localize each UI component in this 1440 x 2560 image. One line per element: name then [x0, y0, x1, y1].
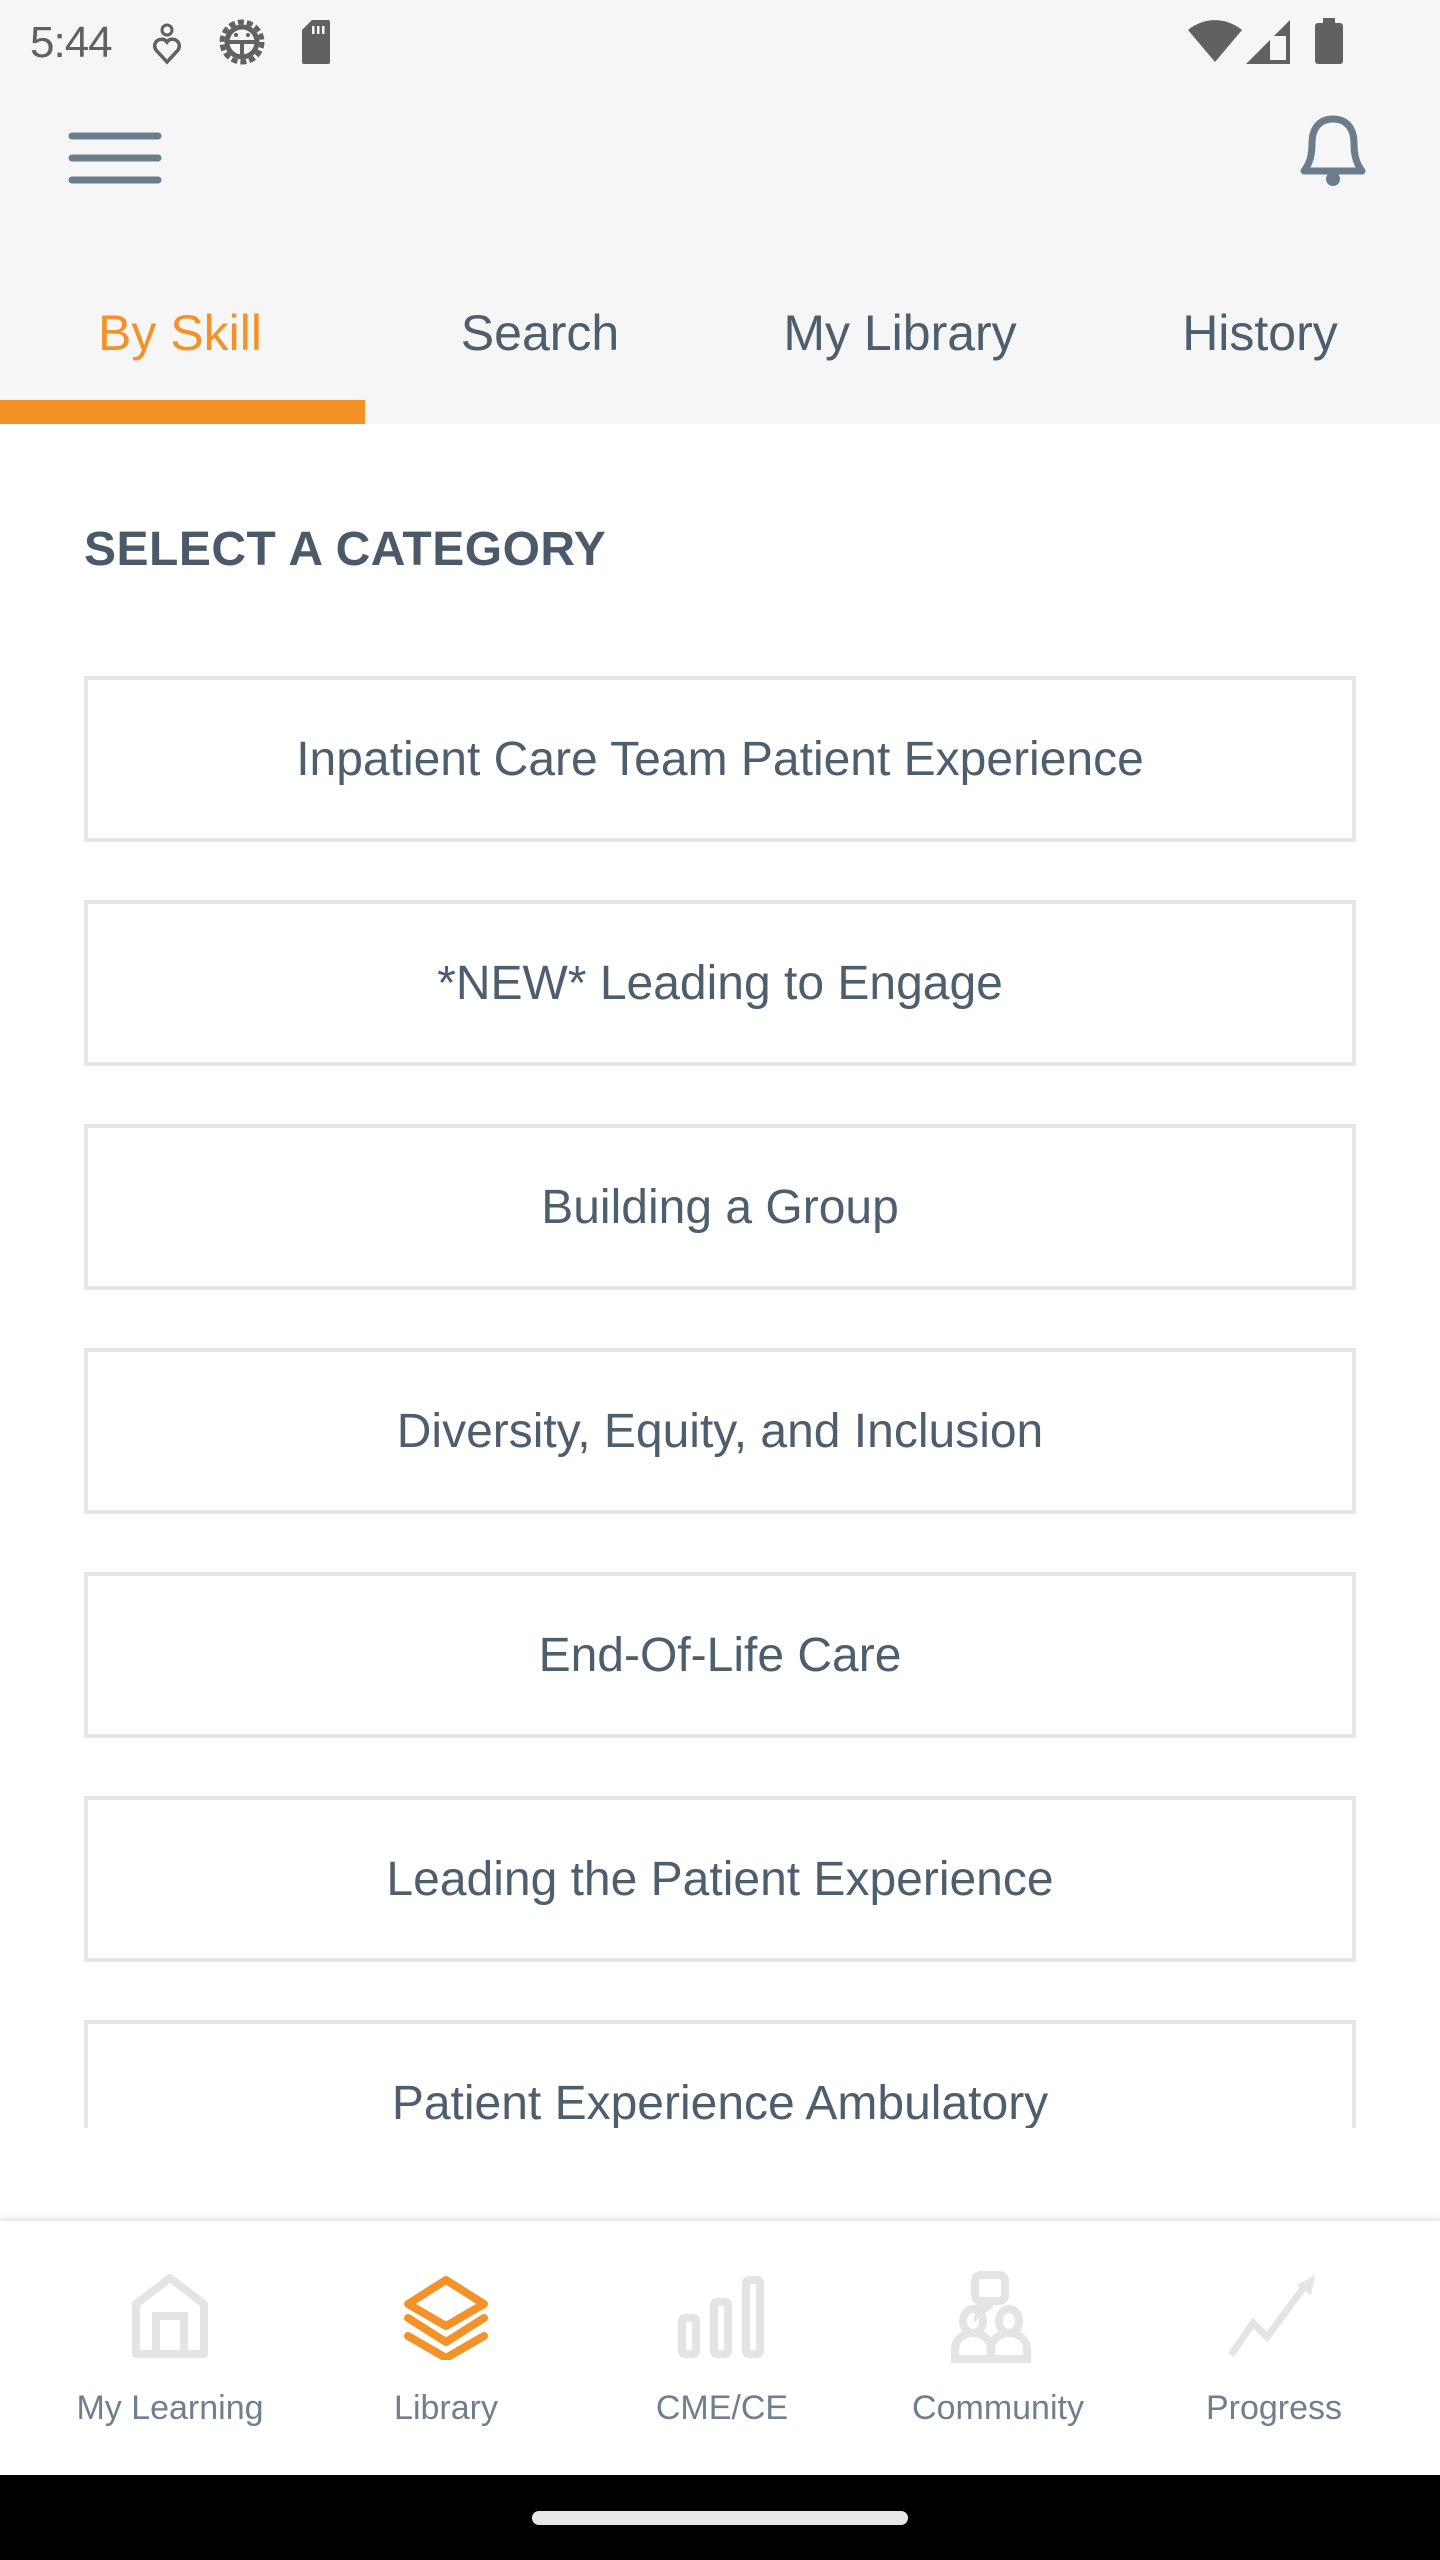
nav-label: Community [912, 2389, 1084, 2427]
category-label: Leading the Patient Experience [386, 1852, 1054, 1906]
system-navigation-bar [0, 2475, 1440, 2560]
tab-label: History [1182, 305, 1338, 361]
status-bar: 5:44 [0, 0, 1440, 84]
bottom-navigation: My Learning Library CME/CE Community Pro… [0, 2218, 1440, 2475]
active-tab-indicator [0, 400, 365, 424]
category-item[interactable]: End-Of-Life Care [84, 1572, 1356, 1738]
nav-label: My Learning [76, 2389, 264, 2427]
status-time: 5:44 [30, 18, 113, 67]
category-label: Patient Experience Ambulatory [391, 2076, 1049, 2129]
cellular-signal-icon [1246, 20, 1290, 64]
accessibility-heart-icon [152, 22, 182, 66]
layers-icon [398, 2269, 494, 2365]
category-item[interactable]: Inpatient Care Team Patient Experience [84, 676, 1356, 842]
nav-community[interactable]: Community [860, 2221, 1136, 2475]
category-label: Building a Group [541, 1180, 899, 1234]
tab-by-skill[interactable]: By Skill [0, 290, 365, 424]
notifications-button[interactable] [1280, 105, 1386, 205]
section-title: SELECT A CATEGORY [84, 523, 607, 576]
home-gesture-handle[interactable] [532, 2511, 908, 2525]
category-list[interactable]: Inpatient Care Team Patient Experience *… [0, 660, 1440, 2128]
tab-history[interactable]: History [1080, 290, 1440, 424]
bar-chart-icon [674, 2269, 770, 2365]
nav-label: Library [394, 2389, 498, 2427]
tab-search[interactable]: Search [360, 290, 720, 424]
sd-card-icon [302, 20, 330, 64]
category-item[interactable]: Diversity, Equity, and Inclusion [84, 1348, 1356, 1514]
tab-bar: By Skill Search My Library History [0, 290, 1440, 424]
category-item[interactable]: *NEW* Leading to Engage [84, 900, 1356, 1066]
category-item[interactable]: Patient Experience Ambulatory [84, 2020, 1356, 2128]
nav-progress[interactable]: Progress [1136, 2221, 1412, 2475]
bell-icon [1298, 115, 1368, 196]
nav-my-learning[interactable]: My Learning [32, 2221, 308, 2475]
category-label: Inpatient Care Team Patient Experience [296, 732, 1144, 786]
trend-up-icon [1226, 2269, 1322, 2365]
menu-button[interactable] [60, 120, 170, 200]
home-icon [122, 2269, 218, 2365]
category-item[interactable]: Leading the Patient Experience [84, 1796, 1356, 1962]
category-label: *NEW* Leading to Engage [437, 956, 1003, 1010]
hamburger-menu-icon [68, 131, 162, 190]
tab-label: Search [460, 305, 620, 361]
category-label: Diversity, Equity, and Inclusion [396, 1404, 1044, 1458]
tab-my-library[interactable]: My Library [720, 290, 1080, 424]
nav-label: CME/CE [655, 2389, 789, 2427]
battery-icon [1315, 18, 1343, 64]
nav-library[interactable]: Library [308, 2221, 584, 2475]
android-debug-icon [216, 16, 268, 68]
nav-label: Progress [1205, 2389, 1343, 2427]
community-icon [950, 2269, 1046, 2365]
category-label: End-Of-Life Care [538, 1628, 902, 1682]
wifi-icon [1188, 18, 1242, 64]
category-item[interactable]: Building a Group [84, 1124, 1356, 1290]
nav-cme-ce[interactable]: CME/CE [584, 2221, 860, 2475]
tab-label: My Library [783, 305, 1017, 361]
